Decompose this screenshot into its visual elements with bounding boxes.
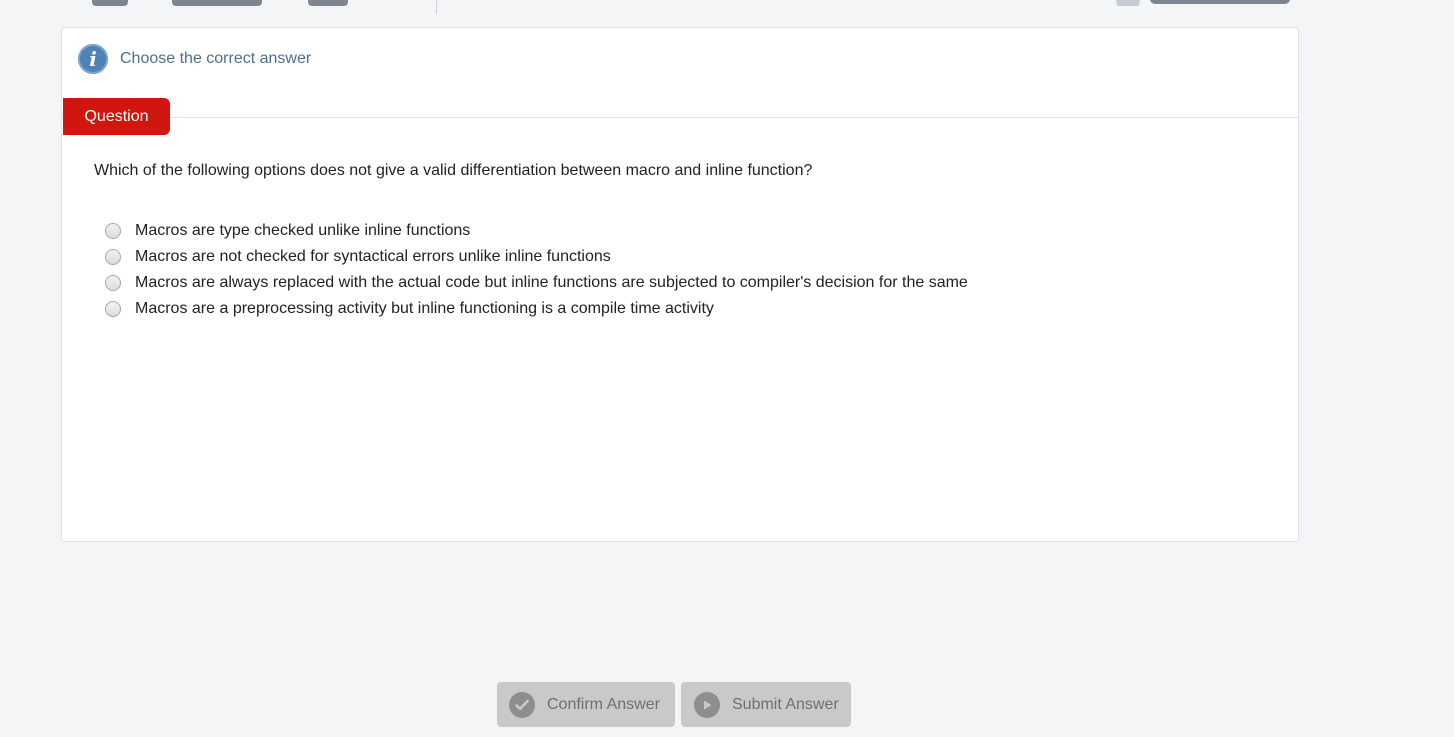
header-title-fragment: [92, 0, 422, 6]
answer-option-label[interactable]: Macros are type checked unlike inline fu…: [135, 222, 470, 240]
submit-answer-button[interactable]: Submit Answer: [681, 682, 851, 727]
radio-button[interactable]: [105, 223, 121, 239]
instruction-text: Choose the correct answer: [120, 49, 312, 67]
answer-option[interactable]: Macros are type checked unlike inline fu…: [105, 218, 968, 244]
answer-option[interactable]: Macros are a preprocessing activity but …: [105, 296, 968, 322]
answer-option[interactable]: Macros are always replaced with the actu…: [105, 270, 968, 296]
play-icon: [694, 691, 720, 718]
info-icon: i: [78, 43, 108, 74]
brand-logo-icon: [1116, 0, 1140, 6]
confirm-answer-label: Confirm Answer: [547, 695, 660, 713]
answer-option-label[interactable]: Macros are a preprocessing activity but …: [135, 300, 714, 318]
question-card: i Choose the correct answer Question Whi…: [61, 27, 1299, 542]
confirm-answer-button[interactable]: Confirm Answer: [497, 682, 675, 727]
answer-options: Macros are type checked unlike inline fu…: [105, 218, 968, 322]
answer-option-label[interactable]: Macros are not checked for syntactical e…: [135, 248, 611, 266]
radio-button[interactable]: [105, 275, 121, 291]
quiz-page: i Choose the correct answer Question Whi…: [0, 0, 1454, 737]
checkmark-icon: [509, 691, 535, 718]
card-divider: [62, 117, 1298, 118]
radio-button[interactable]: [105, 249, 121, 265]
answer-option[interactable]: Macros are not checked for syntactical e…: [105, 244, 968, 270]
question-text: Which of the following options does not …: [94, 162, 813, 179]
question-tab: Question: [63, 98, 170, 135]
action-bar: Confirm Answer Submit Answer: [497, 682, 851, 727]
radio-button[interactable]: [105, 301, 121, 317]
answer-option-label[interactable]: Macros are always replaced with the actu…: [135, 274, 968, 292]
instruction-bar: i Choose the correct answer: [78, 43, 311, 74]
brand-logo-fragment: [1116, 0, 1292, 6]
header-divider: [436, 0, 437, 14]
submit-answer-label: Submit Answer: [732, 695, 839, 713]
